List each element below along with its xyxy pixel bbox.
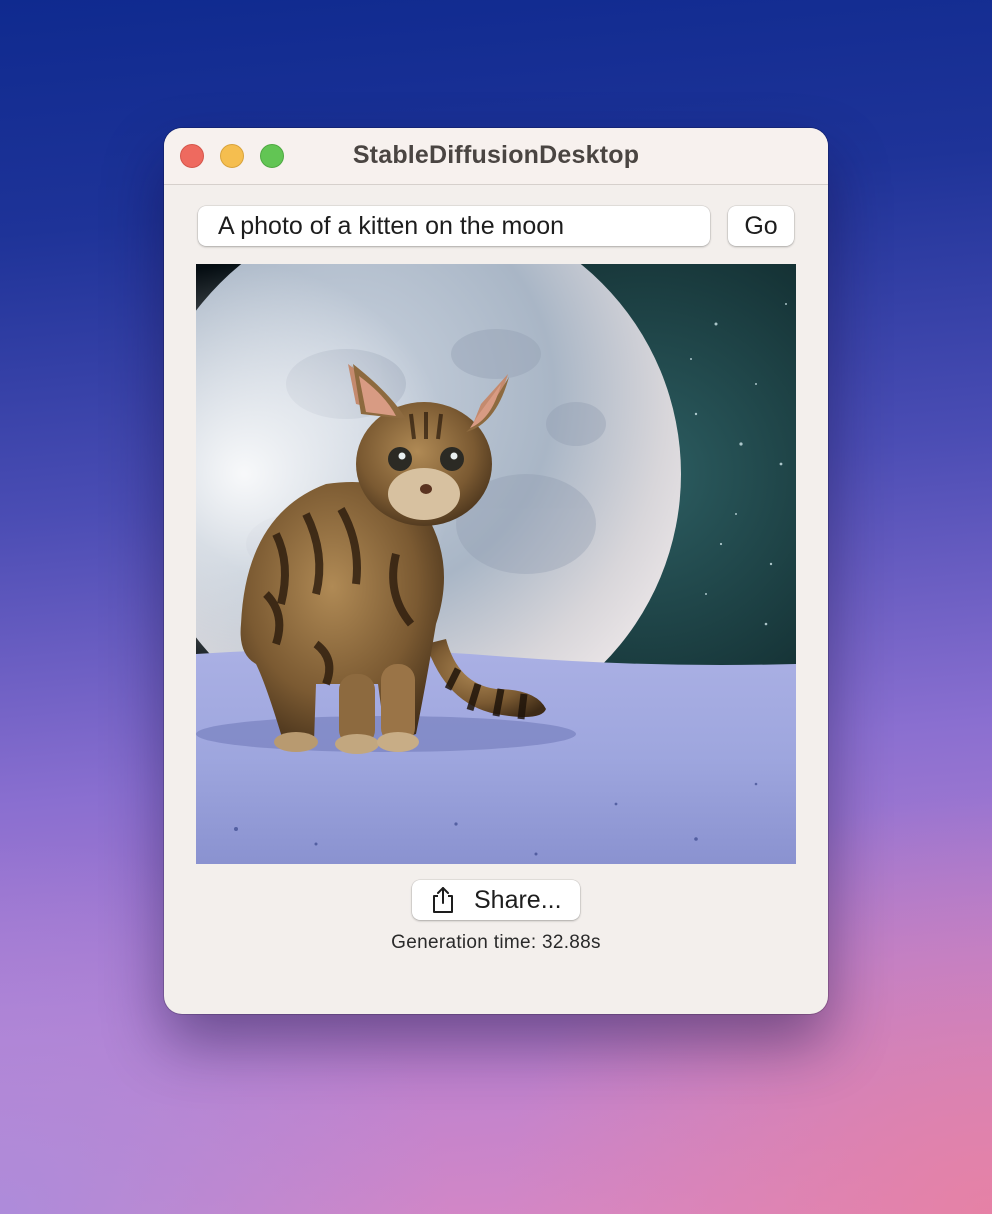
generated-image	[196, 264, 796, 864]
generation-time-label: Generation time: 32.88s	[391, 932, 601, 953]
share-button[interactable]: Share...	[412, 880, 580, 920]
share-button-label: Share...	[474, 886, 562, 914]
share-icon	[433, 887, 453, 913]
generated-image-art	[196, 264, 796, 864]
prompt-input[interactable]: A photo of a kitten on the moon	[198, 206, 710, 246]
go-button[interactable]: Go	[728, 206, 794, 246]
title-bar[interactable]: StableDiffusionDesktop	[164, 128, 828, 185]
app-window: StableDiffusionDesktop A photo of a kitt…	[164, 128, 828, 1014]
window-title: StableDiffusionDesktop	[352, 141, 640, 169]
